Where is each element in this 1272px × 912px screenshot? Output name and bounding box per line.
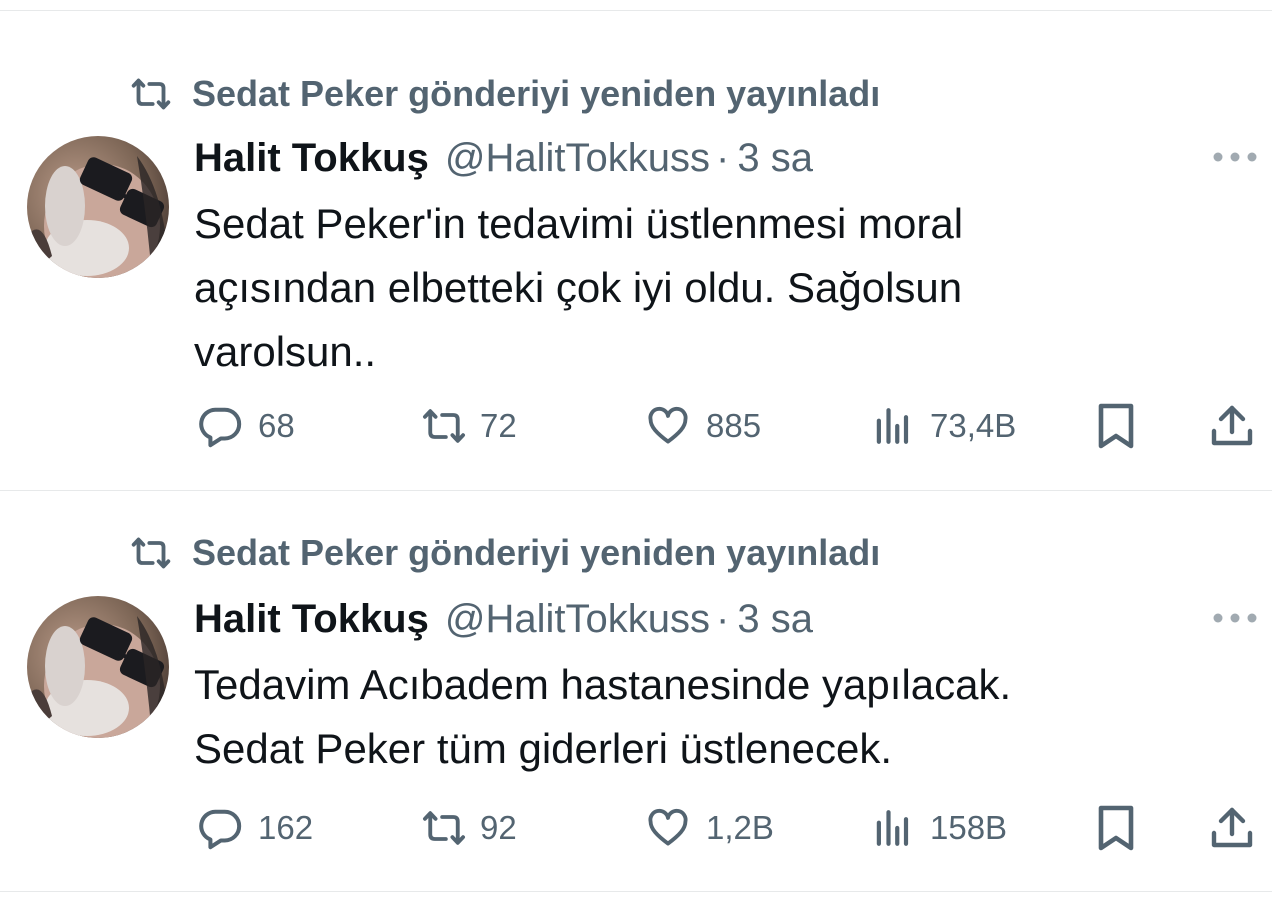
author-name[interactable]: Halit Tokkuş xyxy=(194,136,429,181)
views-count: 158B xyxy=(930,809,1008,846)
repost-button[interactable]: 92 xyxy=(418,804,517,852)
share-icon xyxy=(1211,807,1253,848)
repost-icon xyxy=(128,74,174,114)
tweet-text-line: Sedat Peker'in tedavimi üstlenmesi moral xyxy=(194,200,964,247)
tweet[interactable]: Sedat Peker gönderiyi yeniden yayınladı … xyxy=(0,491,1272,891)
repost-icon xyxy=(423,409,465,443)
author-handle[interactable]: @HalitTokkuss xyxy=(445,136,710,181)
tweet[interactable]: Sedat Peker gönderiyi yeniden yayınladı … xyxy=(0,0,1272,490)
like-count: 1,2B xyxy=(706,809,774,846)
repost-label: Sedat Peker gönderiyi yeniden yayınladı xyxy=(192,73,881,114)
share-button[interactable] xyxy=(1208,402,1256,450)
timestamp[interactable]: 3 sa xyxy=(737,597,813,642)
like-button[interactable]: 1,2B xyxy=(644,804,774,852)
author-handle[interactable]: @HalitTokkuss xyxy=(445,597,710,642)
repost-indicator[interactable]: Sedat Peker gönderiyi yeniden yayınladı xyxy=(128,531,880,575)
views-count: 73,4B xyxy=(930,407,1017,444)
bookmark-icon xyxy=(1098,403,1134,449)
bottom-divider xyxy=(0,891,1272,892)
tweet-text-line: Tedavim Acıbadem hastanesinde yapılacak. xyxy=(194,661,1012,708)
reply-icon xyxy=(199,407,242,448)
more-icon[interactable] xyxy=(1212,150,1258,164)
repost-count: 72 xyxy=(480,407,517,444)
repost-icon xyxy=(423,811,465,845)
views-icon xyxy=(876,408,909,444)
repost-count: 92 xyxy=(480,809,517,846)
repost-label: Sedat Peker gönderiyi yeniden yayınladı xyxy=(192,532,881,573)
like-count: 885 xyxy=(706,407,762,444)
bookmark-icon xyxy=(1098,805,1134,851)
author-name[interactable]: Halit Tokkuş xyxy=(194,597,429,642)
views-button[interactable]: 158B xyxy=(872,804,1007,852)
like-button[interactable]: 885 xyxy=(644,402,761,450)
tweet-text-line: Sedat Peker tüm giderleri üstlenecek. xyxy=(194,725,893,772)
tweet-header: Halit Tokkuş @HalitTokkuss · 3 sa xyxy=(194,136,813,186)
tweet-text: Tedavim Acıbadem hastanesinde yapılacak.… xyxy=(194,653,1194,781)
heart-icon xyxy=(648,808,688,846)
reply-count: 68 xyxy=(258,407,295,444)
avatar[interactable] xyxy=(27,136,169,278)
reply-button[interactable]: 162 xyxy=(196,804,313,852)
separator-dot: · xyxy=(716,136,730,180)
timestamp[interactable]: 3 sa xyxy=(737,136,813,181)
repost-icon xyxy=(128,533,174,573)
reply-count: 162 xyxy=(258,809,314,846)
tweet-text: Sedat Peker'in tedavimi üstlenmesi moral… xyxy=(194,192,1194,384)
repost-indicator[interactable]: Sedat Peker gönderiyi yeniden yayınladı xyxy=(128,72,880,116)
views-button[interactable]: 73,4B xyxy=(872,402,1016,450)
reply-button[interactable]: 68 xyxy=(196,402,295,450)
share-button[interactable] xyxy=(1208,804,1256,852)
tweet-text-line: varolsun.. xyxy=(194,328,377,375)
repost-button[interactable]: 72 xyxy=(418,402,517,450)
reply-icon xyxy=(199,809,242,850)
bookmark-button[interactable] xyxy=(1096,402,1136,450)
views-icon xyxy=(876,810,909,846)
heart-icon xyxy=(648,406,688,444)
share-icon xyxy=(1211,405,1253,446)
more-icon[interactable] xyxy=(1212,611,1258,625)
avatar[interactable] xyxy=(27,596,169,738)
bookmark-button[interactable] xyxy=(1096,804,1136,852)
tweet-header: Halit Tokkuş @HalitTokkuss · 3 sa xyxy=(194,597,813,647)
separator-dot: · xyxy=(716,597,730,641)
tweet-text-line: açısından elbetteki çok iyi oldu. Sağols… xyxy=(194,264,963,311)
